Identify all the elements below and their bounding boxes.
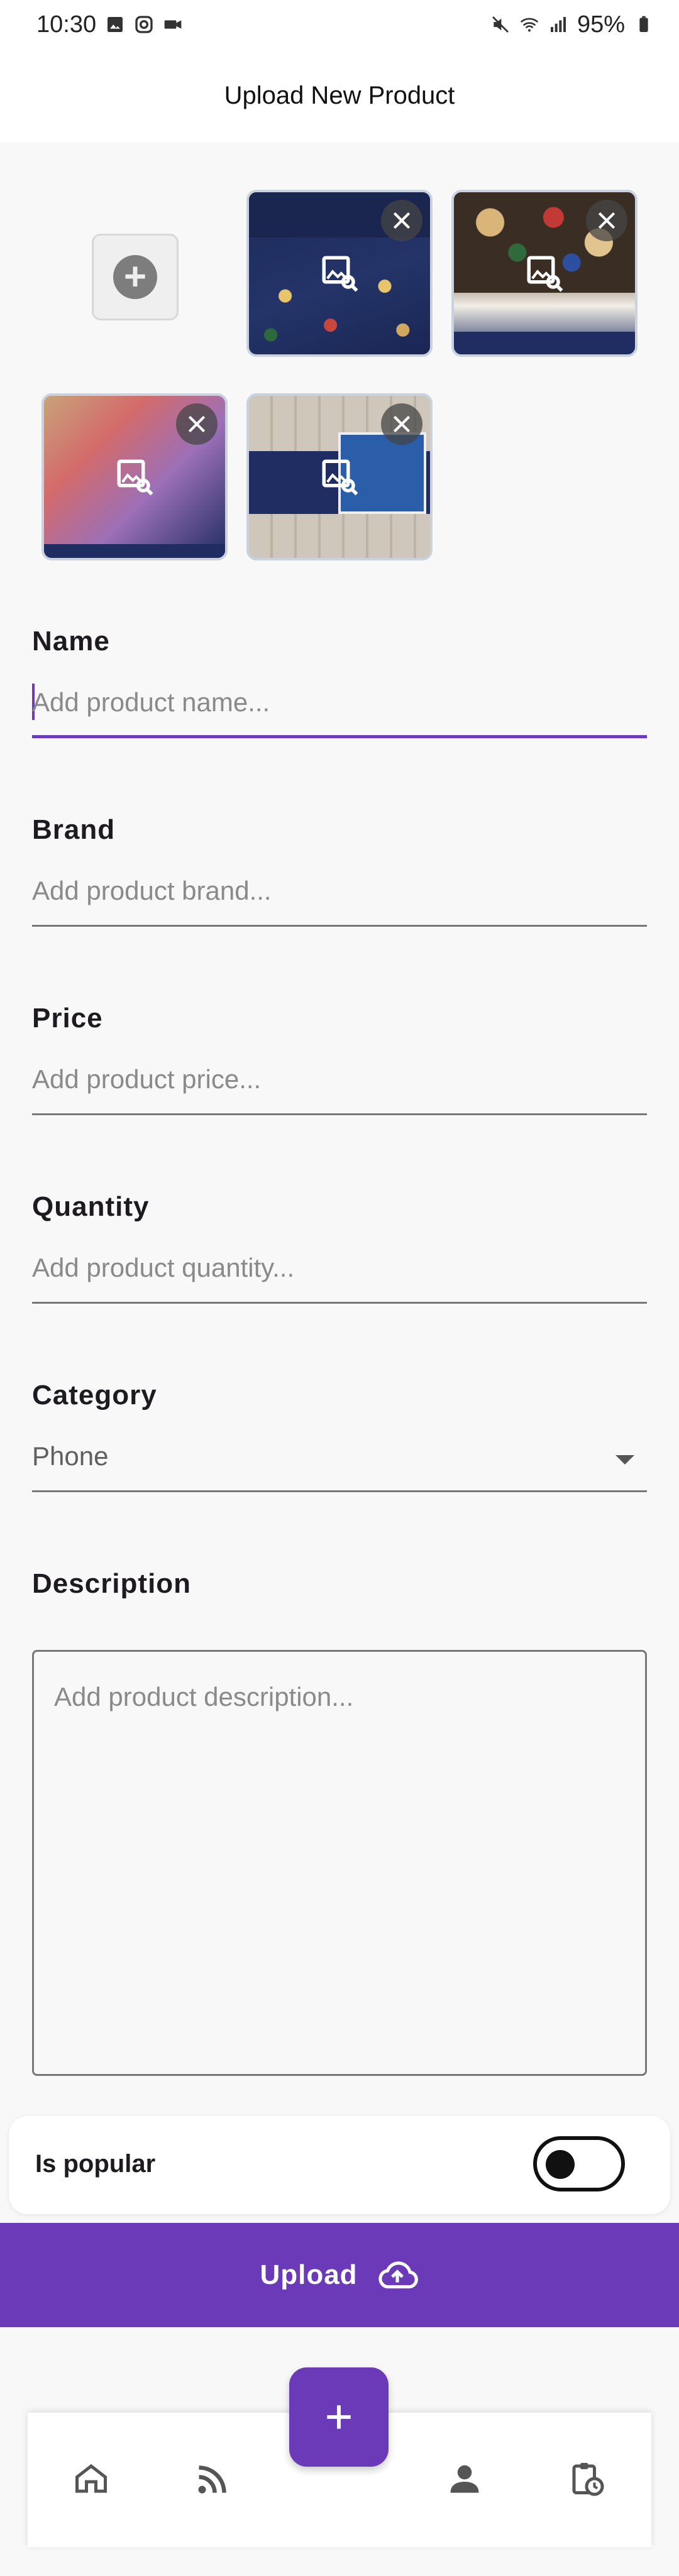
add-image-button[interactable]: + [92,234,179,320]
image-search-icon [322,459,358,496]
name-input[interactable]: Add product name... [32,682,647,739]
remove-image-button[interactable] [176,403,218,445]
cloud-upload-icon [378,2261,418,2289]
mute-icon [492,16,509,33]
brand-label: Brand [32,814,116,845]
remove-image-button[interactable] [586,200,627,241]
plus-icon [327,2405,351,2429]
status-time: 10:30 [36,11,97,38]
price-field: Price [32,1003,647,1034]
quantity-placeholder: Add product quantity... [32,1253,295,1282]
quantity-label: Quantity [32,1191,150,1222]
category-value: Phone [32,1441,109,1471]
is-popular-label: Is popular [35,2150,156,2178]
status-bar: 10:30 95% [0,0,679,49]
price-input[interactable]: Add product price... [32,1059,647,1116]
wifi-icon [520,18,539,32]
nav-feed[interactable] [192,2458,234,2499]
name-field: Name [32,626,647,657]
image-search-icon [322,256,358,292]
description-label: Description [32,1568,192,1599]
brand-placeholder: Add product brand... [32,876,272,905]
image-search-icon [527,256,563,292]
description-field: Description [32,1568,647,1600]
add-fab-button[interactable] [289,2367,389,2467]
toggle-knob [546,2150,575,2179]
nav-home[interactable] [70,2458,112,2499]
is-popular-toggle[interactable] [533,2136,625,2191]
description-placeholder: Add product description... [54,1682,354,1711]
app-bar: Upload New Product [0,49,679,142]
product-image-thumbnail[interactable] [246,393,433,560]
thumbnail-artwork [44,544,225,558]
quantity-underline [32,1302,647,1304]
price-placeholder: Add product price... [32,1064,262,1094]
instagram-icon [135,16,153,33]
brand-input[interactable]: Add product brand... [32,871,647,927]
category-dropdown[interactable]: Phone [32,1436,647,1493]
brand-underline [32,925,647,927]
video-icon [164,20,182,29]
upload-label: Upload [260,2259,358,2290]
close-icon [393,212,411,229]
orders-history-icon [572,2463,604,2496]
close-icon [598,212,616,229]
thumbnail-artwork [454,331,635,354]
profile-icon [450,2465,479,2493]
name-placeholder: Add product name... [32,687,270,717]
category-field: Category [32,1380,647,1411]
close-icon [188,415,206,433]
battery-icon [639,16,648,32]
price-label: Price [32,1003,103,1034]
battery-percent: 95% [577,11,625,38]
category-label: Category [32,1380,157,1411]
home-icon [75,2464,107,2493]
remove-image-button[interactable] [381,200,422,241]
brand-field: Brand [32,814,647,846]
description-textarea[interactable]: Add product description... [32,1650,647,2076]
remove-image-button[interactable] [381,403,422,445]
is-popular-row: Is popular [9,2116,670,2214]
feed-icon [198,2465,226,2494]
close-icon [393,415,411,433]
upload-button[interactable]: Upload [0,2223,679,2327]
product-image-thumbnail[interactable] [41,393,228,560]
name-label: Name [32,626,110,657]
quantity-input[interactable]: Add product quantity... [32,1248,647,1304]
quantity-field: Quantity [32,1191,647,1223]
image-search-icon [117,459,153,496]
product-image-thumbnail[interactable] [246,190,433,357]
name-underline [32,735,647,738]
category-underline [32,1490,647,1492]
plus-icon: + [113,255,157,299]
page-title: Upload New Product [224,81,455,109]
signal-icon [550,17,566,32]
dropdown-arrow-icon [616,1455,634,1465]
product-image-thumbnail[interactable] [451,190,638,357]
gallery-icon [108,17,123,32]
nav-orders-history[interactable] [566,2458,607,2499]
nav-profile[interactable] [444,2458,485,2499]
price-underline [32,1113,647,1115]
